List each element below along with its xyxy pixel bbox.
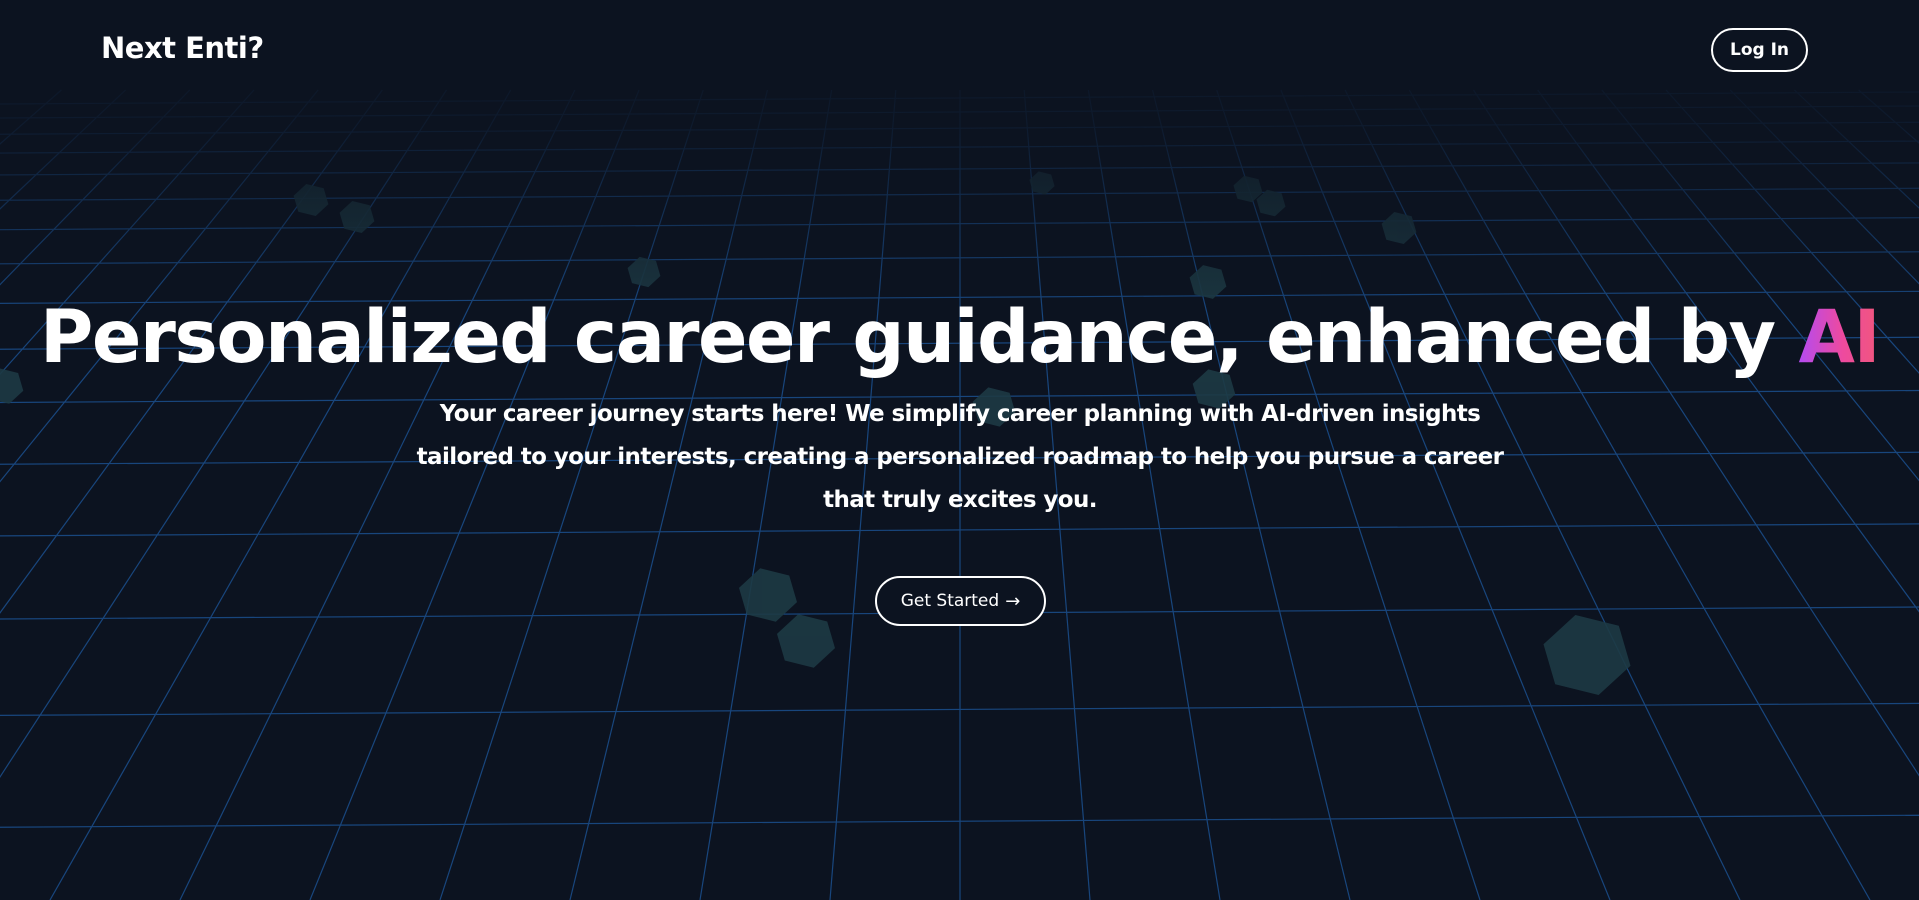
hero-title: Personalized career guidance, enhanced b… (0, 290, 1919, 386)
hero-subtitle: Your career journey starts here! We simp… (416, 401, 1504, 513)
hero-title-main: Personalized career guidance, enhanced b… (39, 295, 1799, 380)
get-started-button[interactable]: Get Started → (875, 576, 1046, 626)
hero-title-accent: AI (1798, 295, 1880, 380)
login-button[interactable]: Log In (1711, 28, 1808, 72)
login-button-label: Log In (1729, 40, 1790, 60)
landing-page: Next Enti? Log In Personalized career gu… (0, 0, 1919, 900)
logo[interactable]: Next Enti? (101, 31, 264, 65)
arrow-right-icon: → (1005, 590, 1021, 612)
get-started-label: Get Started (900, 591, 1000, 611)
